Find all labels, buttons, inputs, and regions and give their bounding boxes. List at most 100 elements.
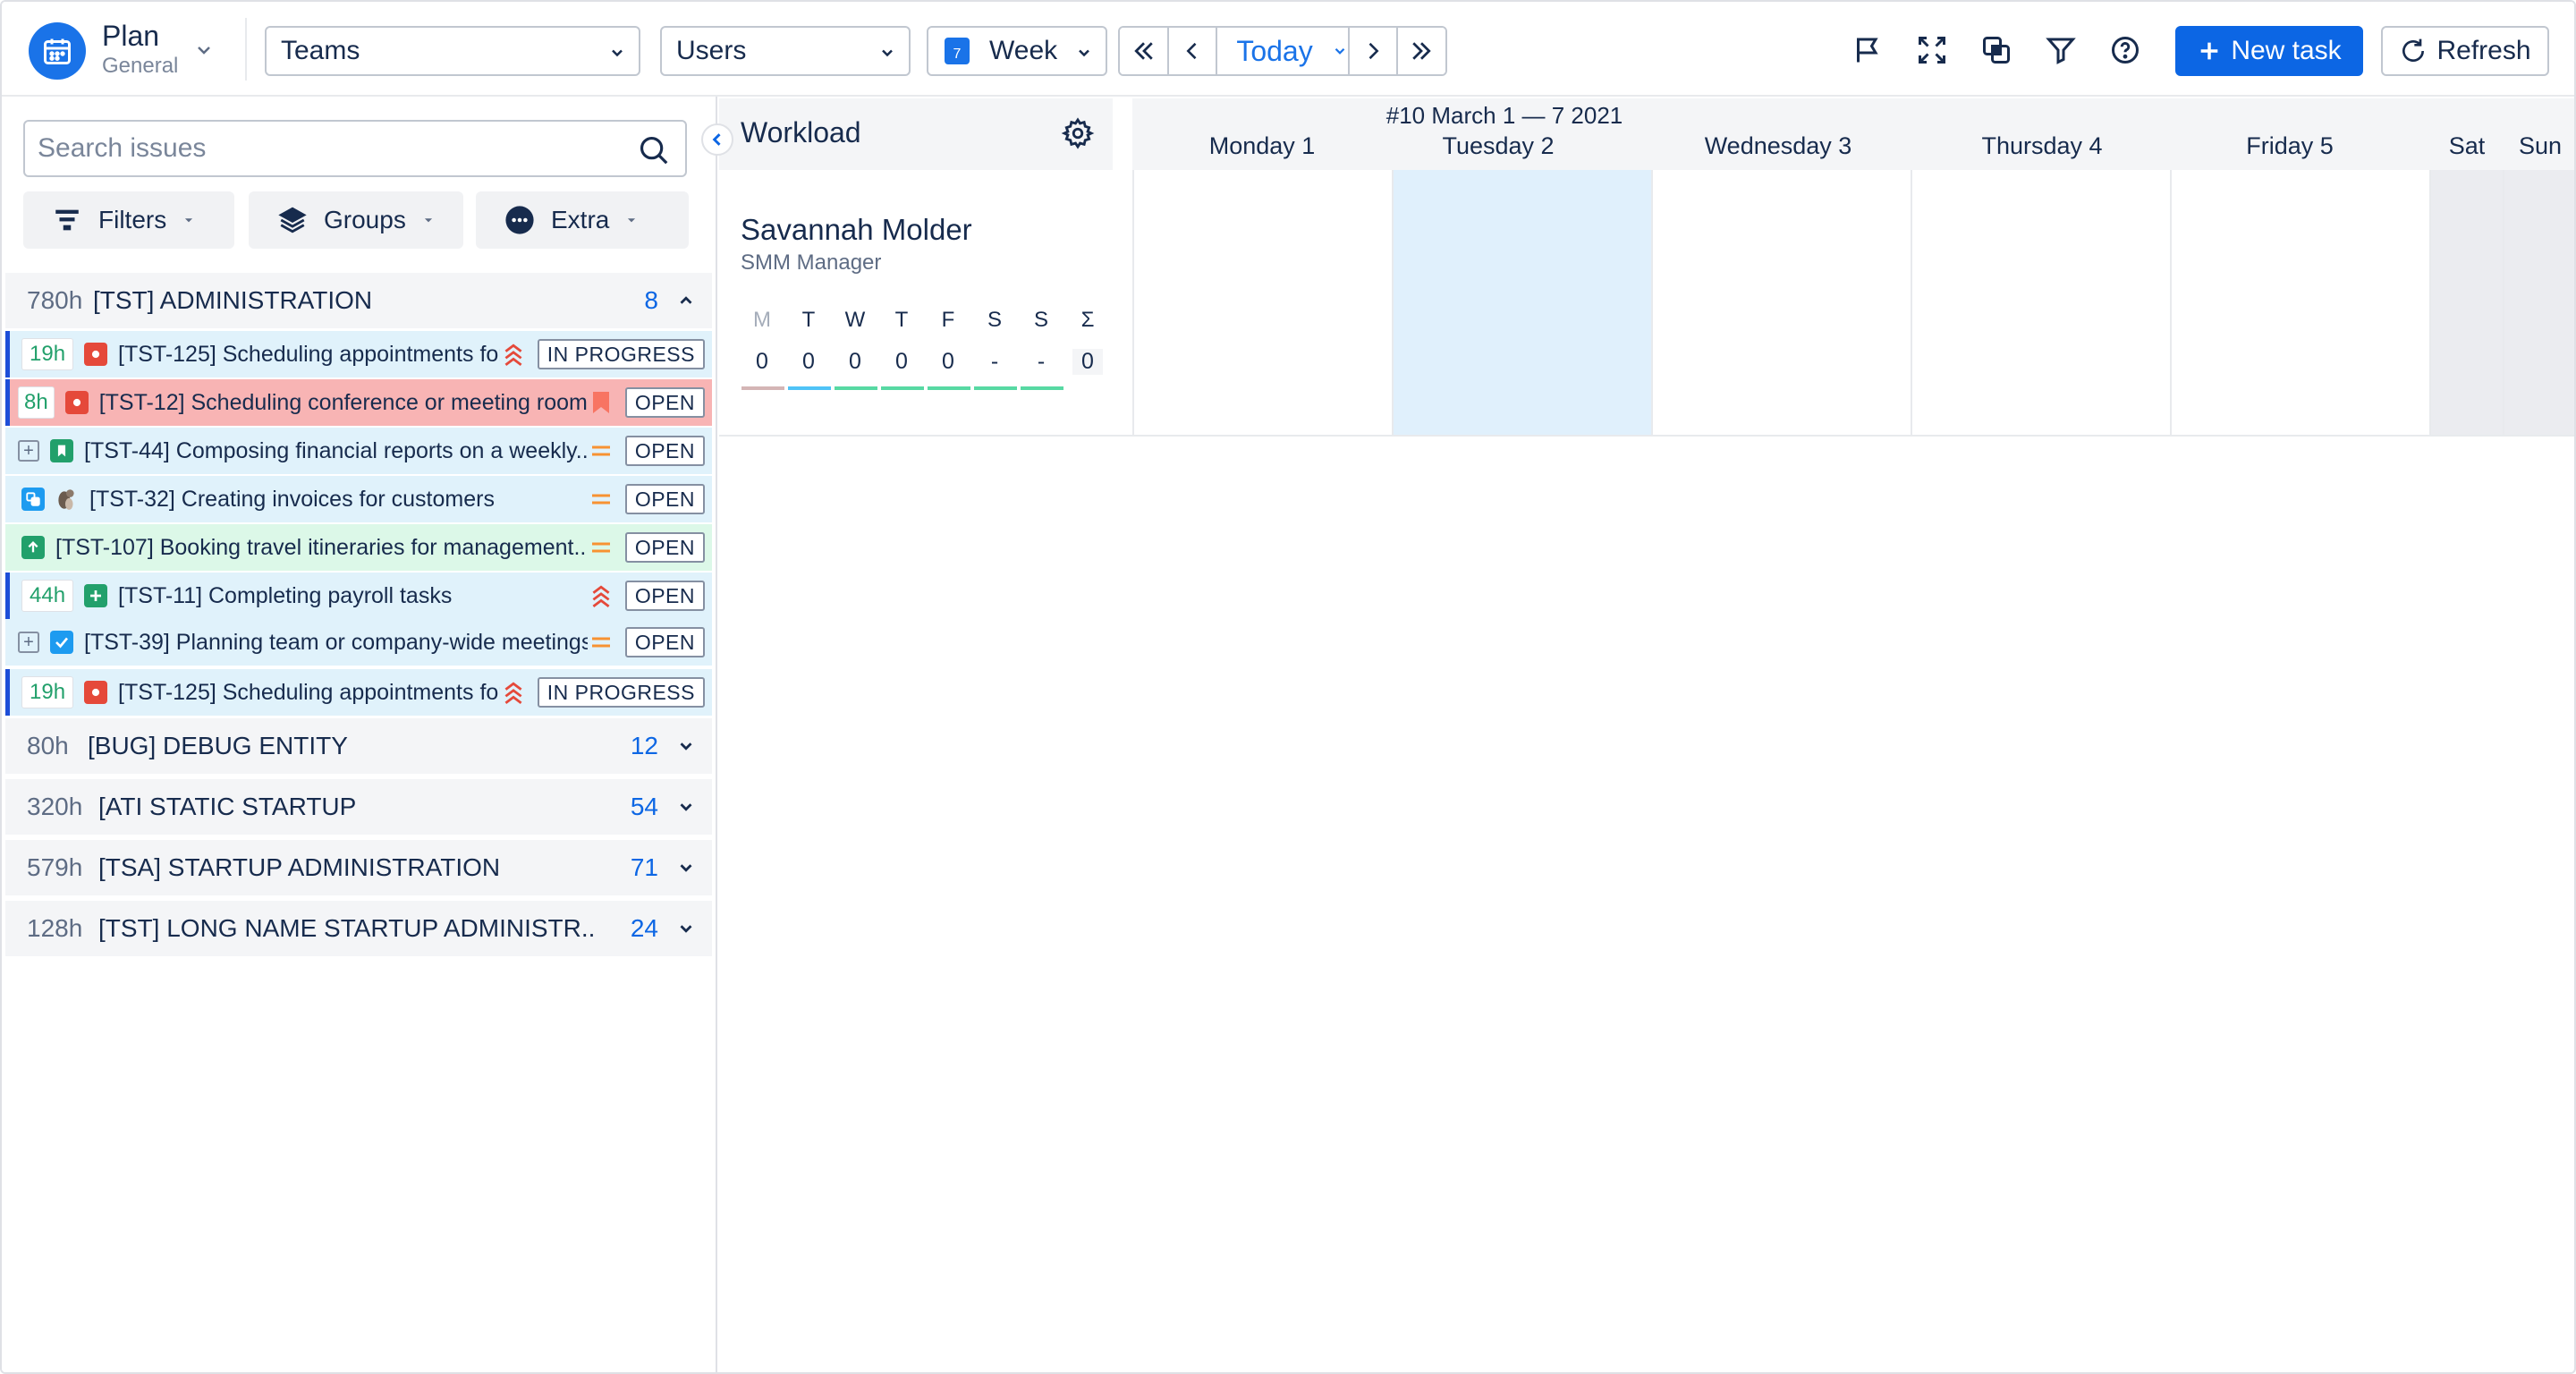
- priority-highest-icon: [500, 680, 527, 705]
- mini-day-label: S: [987, 308, 1002, 332]
- double-chevron-right-icon: [1412, 42, 1432, 60]
- search-input[interactable]: [25, 122, 597, 175]
- day-cell[interactable]: [1132, 170, 1394, 437]
- status-badge[interactable]: OPEN: [624, 581, 705, 611]
- mini-load-bar: [881, 386, 924, 390]
- chevron-right-icon: [1368, 42, 1379, 60]
- status-badge[interactable]: OPEN: [624, 532, 705, 563]
- jump-forward-button[interactable]: [1397, 28, 1445, 74]
- status-badge[interactable]: OPEN: [624, 387, 705, 418]
- group-count: 54: [630, 793, 658, 820]
- filter-icon[interactable]: [2043, 32, 2079, 68]
- user-name[interactable]: Savannah Molder: [741, 213, 972, 247]
- filters-label: Filters: [98, 206, 167, 233]
- day-cell[interactable]: [1651, 170, 1912, 437]
- groups-button[interactable]: Groups: [249, 191, 463, 249]
- day-cell[interactable]: [2170, 170, 2431, 437]
- group-count: 12: [630, 732, 658, 759]
- filters-button[interactable]: Filters: [23, 191, 234, 249]
- chevron-down-icon[interactable]: [676, 858, 696, 878]
- issue-group[interactable]: 80h [BUG] DEBUG ENTITY 12: [5, 718, 712, 774]
- today-dropdown-chevron-down-icon[interactable]: [1332, 28, 1351, 74]
- today-button[interactable]: Today: [1216, 28, 1333, 74]
- search-icon[interactable]: [637, 133, 671, 167]
- issue-row[interactable]: + [TST-39] Planning team or company-wide…: [5, 619, 712, 666]
- previous-button[interactable]: [1169, 28, 1217, 74]
- day-header[interactable]: Friday 5: [2172, 132, 2408, 160]
- mini-day-label: F: [941, 308, 955, 332]
- overlap-icon[interactable]: [1979, 32, 2014, 68]
- issue-row[interactable]: 8h [TST-12] Scheduling conference or mee…: [5, 379, 712, 426]
- refresh-button[interactable]: Refresh: [2381, 26, 2549, 76]
- plan-title[interactable]: Plan: [102, 20, 159, 53]
- plus-icon: [2200, 42, 2218, 60]
- day-cell[interactable]: [1911, 170, 2172, 437]
- period-select[interactable]: 7 Week: [927, 26, 1107, 76]
- calendar-week-icon-number: 7: [953, 47, 962, 62]
- issue-row[interactable]: 44h [TST-11] Completing payroll tasks OP…: [5, 572, 712, 619]
- teams-select[interactable]: Teams: [265, 26, 640, 76]
- plan-subtitle: General: [102, 54, 179, 78]
- flag-icon[interactable]: [1850, 32, 1885, 68]
- new-task-button[interactable]: New task: [2175, 26, 2363, 76]
- refresh-icon: [2402, 38, 2425, 62]
- extra-button[interactable]: Extra: [476, 191, 689, 249]
- help-icon[interactable]: [2107, 32, 2143, 68]
- chevron-down-icon[interactable]: [676, 919, 696, 938]
- mini-day-value: 0: [895, 349, 908, 374]
- group-name: [TST] ADMINISTRATION: [93, 286, 373, 314]
- day-header[interactable]: Tuesday 2: [1394, 132, 1603, 160]
- issue-row[interactable]: [TST-32] Creating invoices for customers…: [5, 476, 712, 522]
- mini-day-label: M: [753, 308, 771, 332]
- weekend-cell[interactable]: [2503, 170, 2574, 437]
- status-badge[interactable]: OPEN: [624, 436, 705, 466]
- status-badge[interactable]: IN PROGRESS: [537, 677, 705, 708]
- next-button[interactable]: [1350, 28, 1398, 74]
- weekend-cell[interactable]: [2429, 170, 2503, 437]
- expand-plus-icon[interactable]: +: [18, 440, 39, 462]
- users-select[interactable]: Users: [660, 26, 911, 76]
- status-badge[interactable]: IN PROGRESS: [537, 339, 705, 369]
- issue-row[interactable]: 19h [TST-125] Scheduling appointments fo…: [5, 331, 712, 377]
- status-badge[interactable]: OPEN: [624, 484, 705, 514]
- issue-hours: 44h: [21, 580, 74, 612]
- groups-label: Groups: [324, 206, 406, 233]
- jump-back-button[interactable]: [1120, 28, 1170, 74]
- mini-day-value: 0: [802, 349, 815, 374]
- fullscreen-icon[interactable]: [1914, 32, 1950, 68]
- issue-title: [TST-107] Booking travel itineraries for…: [55, 534, 588, 560]
- issue-row[interactable]: 19h [TST-125] Scheduling appointments fo…: [5, 669, 712, 716]
- today-cell[interactable]: [1392, 170, 1653, 437]
- teams-select-value: Teams: [281, 36, 360, 65]
- top-toolbar: Plan General Teams Users 7 Week Today Ne…: [2, 2, 2574, 97]
- priority-highest-icon: [500, 342, 527, 367]
- plan-chevron-down-icon[interactable]: [193, 39, 215, 61]
- chevron-up-icon[interactable]: [676, 291, 696, 310]
- task-checkbox-icon: [50, 631, 73, 654]
- toolbar-divider: [245, 18, 247, 81]
- chevron-down-icon[interactable]: [676, 797, 696, 817]
- gear-icon[interactable]: [1061, 116, 1095, 150]
- collapse-sidebar-button[interactable]: [701, 123, 733, 156]
- status-badge[interactable]: OPEN: [624, 627, 705, 657]
- expand-plus-icon[interactable]: +: [18, 632, 39, 653]
- day-header[interactable]: Wednesday 3: [1653, 132, 1903, 160]
- day-header[interactable]: Sun: [2503, 132, 2574, 160]
- issue-row[interactable]: [TST-107] Booking travel itineraries for…: [5, 524, 712, 571]
- issue-group[interactable]: 128h [TST] LONG NAME STARTUP ADMINISTR..…: [5, 901, 712, 956]
- issue-title: [TST-125] Scheduling appointments for...: [118, 341, 500, 367]
- calendar-logo-icon[interactable]: [29, 22, 86, 80]
- user-avatar-icon: [54, 487, 79, 512]
- chevron-down-icon[interactable]: [676, 736, 696, 756]
- issue-group[interactable]: 320h [ATI STATIC STARTUP 54: [5, 779, 712, 835]
- search-box: [23, 120, 687, 177]
- day-header[interactable]: Monday 1: [1132, 132, 1392, 160]
- group-hours: 579h: [27, 853, 83, 881]
- issue-group[interactable]: 579h [TSA] STARTUP ADMINISTRATION 71: [5, 840, 712, 895]
- bug-icon: [84, 343, 108, 366]
- day-header[interactable]: Thursday 4: [1912, 132, 2172, 160]
- mini-day-label: Σ: [1080, 308, 1095, 332]
- issue-group[interactable]: 780h [TST] ADMINISTRATION 8: [5, 273, 712, 328]
- day-header[interactable]: Sat: [2431, 132, 2503, 160]
- issue-row[interactable]: + [TST-44] Composing financial reports o…: [5, 428, 712, 474]
